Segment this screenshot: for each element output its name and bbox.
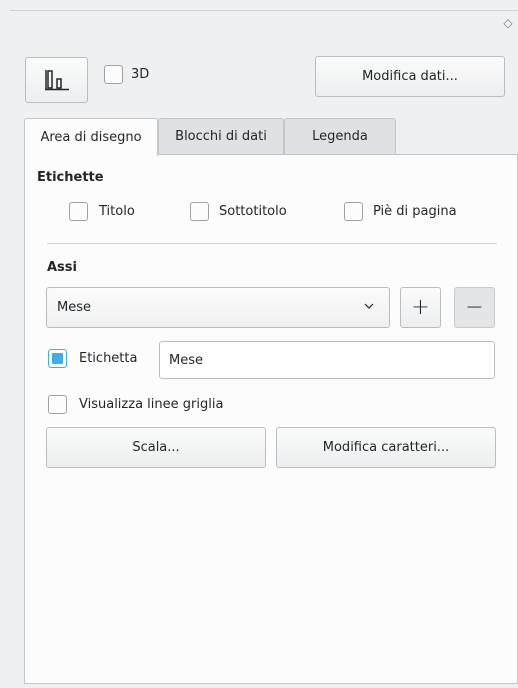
title-checkbox[interactable] xyxy=(69,202,88,221)
axis-label-input[interactable]: Mese xyxy=(159,341,495,379)
remove-axis-button[interactable]: − xyxy=(454,287,495,328)
tab-panel xyxy=(24,154,518,684)
tab-plot-area[interactable]: Area di disegno xyxy=(24,118,158,156)
chart-type-button[interactable] xyxy=(25,57,88,103)
3d-checkbox[interactable] xyxy=(104,65,123,84)
tab-legend[interactable]: Legenda xyxy=(284,118,396,154)
subtitle-checkbox[interactable] xyxy=(190,202,209,221)
axis-select[interactable]: Mese xyxy=(46,287,390,328)
gridlines-label: Visualizza linee griglia xyxy=(79,397,224,412)
dock-top-border xyxy=(10,10,518,11)
3d-label: 3D xyxy=(131,67,150,82)
subtitle-label: Sottotitolo xyxy=(219,204,287,219)
footer-label: Piè di pagina xyxy=(373,204,457,219)
title-label: Titolo xyxy=(99,204,135,219)
edit-data-button[interactable]: Modifica dati... xyxy=(315,56,505,97)
footer-checkbox[interactable] xyxy=(344,202,363,221)
bar-chart-icon xyxy=(44,70,69,91)
labels-section-heading: Etichette xyxy=(37,170,104,185)
section-divider xyxy=(47,243,497,244)
scale-button[interactable]: Scala... xyxy=(46,427,266,468)
axes-section-heading: Assi xyxy=(47,260,77,275)
add-axis-button[interactable]: + xyxy=(400,287,441,328)
chevron-down-icon xyxy=(364,303,374,309)
dock-float-icon[interactable]: ◇ xyxy=(501,16,515,30)
gridlines-checkbox[interactable] xyxy=(48,395,67,414)
axis-label-checkbox-label: Etichetta xyxy=(79,351,138,366)
axis-label-checkbox[interactable] xyxy=(48,349,67,368)
tab-data-blocks[interactable]: Blocchi di dati xyxy=(158,118,284,154)
axis-select-value: Mese xyxy=(57,300,91,315)
edit-fonts-button[interactable]: Modifica caratteri... xyxy=(276,427,496,468)
